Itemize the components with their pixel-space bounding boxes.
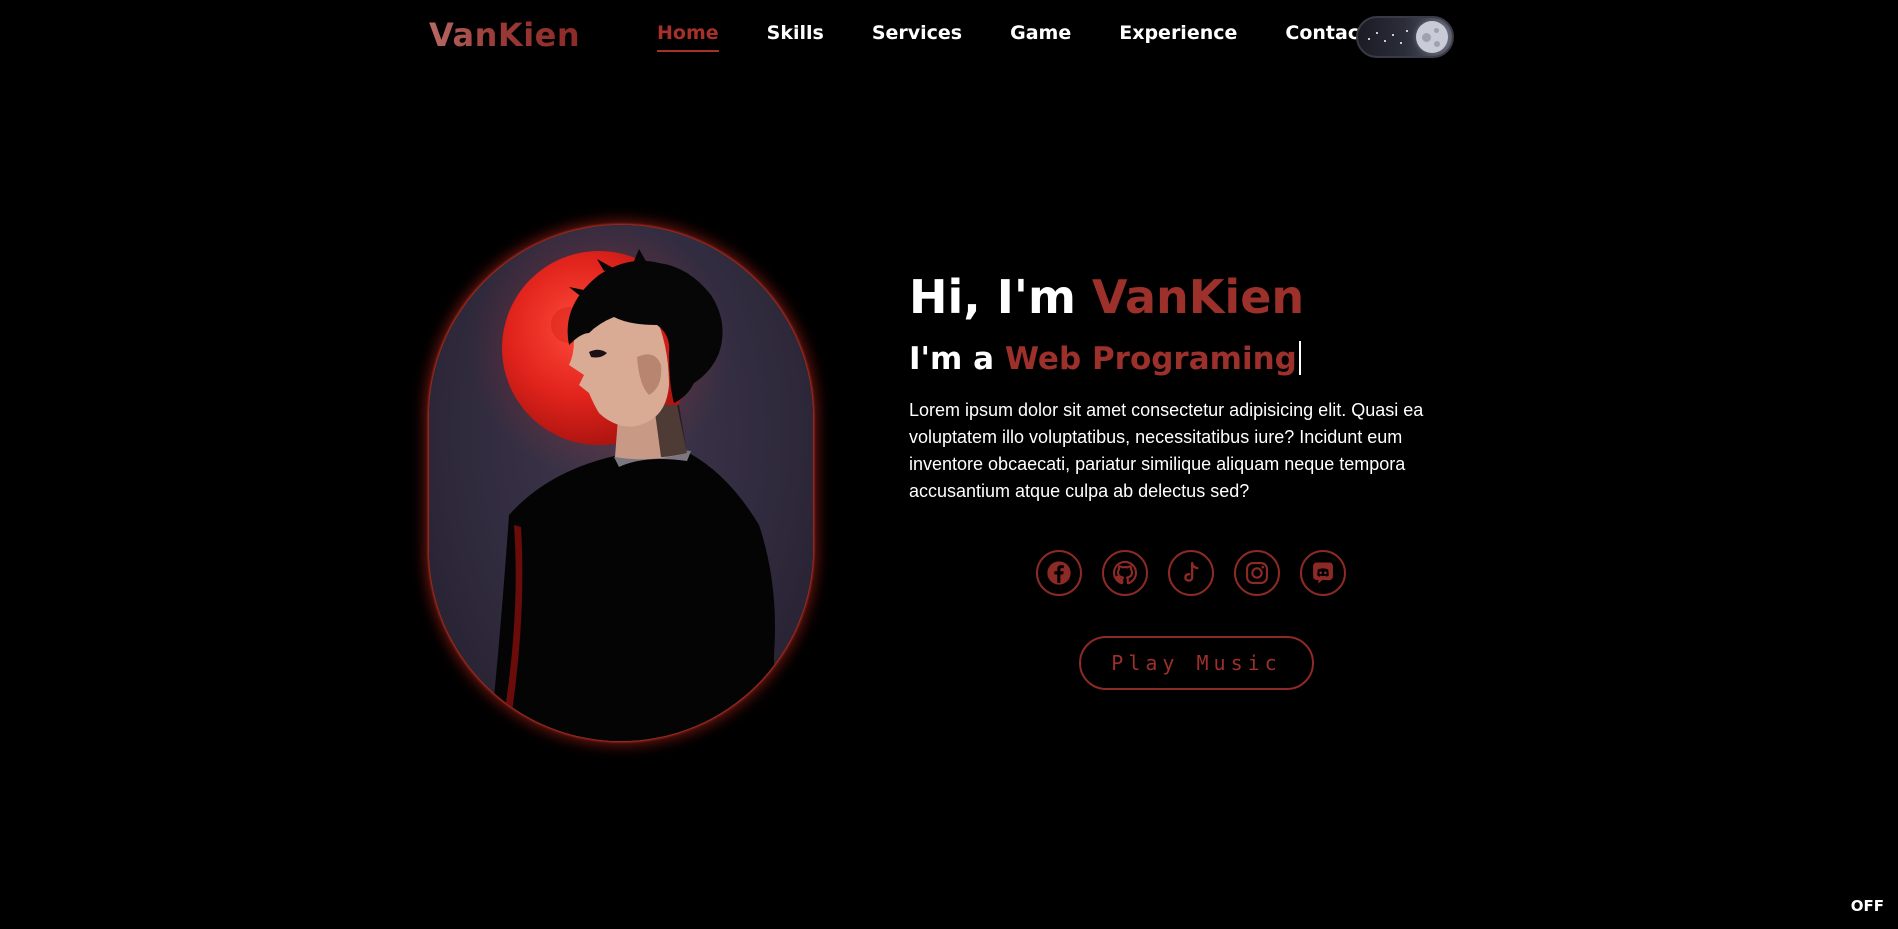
discord-icon bbox=[1313, 562, 1333, 584]
tiktok-icon bbox=[1184, 561, 1199, 582]
theme-toggle[interactable] bbox=[1356, 16, 1454, 58]
anime-silhouette-illustration bbox=[469, 225, 775, 741]
hero-role: I'm a Web Programing bbox=[909, 339, 1469, 379]
star-icon bbox=[1392, 34, 1394, 36]
nav-home[interactable]: Home bbox=[657, 22, 719, 52]
instagram-icon bbox=[1246, 562, 1268, 584]
instagram-link[interactable] bbox=[1234, 550, 1280, 596]
nav-game[interactable]: Game bbox=[1010, 22, 1071, 44]
greeting-prefix: Hi, I'm bbox=[909, 270, 1092, 324]
star-icon bbox=[1400, 42, 1402, 44]
hero-greeting: Hi, I'm VanKien bbox=[909, 270, 1469, 325]
main-nav: Home Skills Services Game Experience Con… bbox=[657, 22, 1416, 52]
moon-icon bbox=[1416, 21, 1448, 53]
nav-experience[interactable]: Experience bbox=[1119, 22, 1237, 44]
tiktok-link[interactable] bbox=[1168, 550, 1214, 596]
role-prefix: I'm a bbox=[909, 341, 1005, 378]
star-icon bbox=[1384, 40, 1386, 42]
hero-section: Hi, I'm VanKien I'm a Web Programing Lor… bbox=[909, 270, 1469, 505]
hero-portrait bbox=[429, 225, 813, 741]
facebook-icon bbox=[1047, 561, 1071, 585]
social-links bbox=[1036, 550, 1366, 596]
star-icon bbox=[1368, 38, 1370, 40]
nav-services[interactable]: Services bbox=[872, 22, 962, 44]
music-status-label[interactable]: OFF bbox=[1851, 897, 1884, 915]
nav-skills[interactable]: Skills bbox=[767, 22, 824, 44]
site-logo[interactable]: VanKien bbox=[429, 16, 580, 54]
hero-description: Lorem ipsum dolor sit amet consectetur a… bbox=[909, 400, 1424, 502]
github-link[interactable] bbox=[1102, 550, 1148, 596]
site-header: VanKien Home Skills Services Game Experi… bbox=[0, 0, 1898, 72]
facebook-link[interactable] bbox=[1036, 550, 1082, 596]
star-icon bbox=[1406, 30, 1408, 32]
typing-cursor bbox=[1298, 341, 1301, 376]
role-text: Web Programing bbox=[1004, 341, 1297, 378]
github-icon bbox=[1112, 560, 1138, 585]
greeting-name: VanKien bbox=[1091, 270, 1305, 324]
play-music-button[interactable]: Play Music bbox=[1079, 636, 1314, 690]
discord-link[interactable] bbox=[1300, 550, 1346, 596]
star-icon bbox=[1376, 32, 1378, 34]
